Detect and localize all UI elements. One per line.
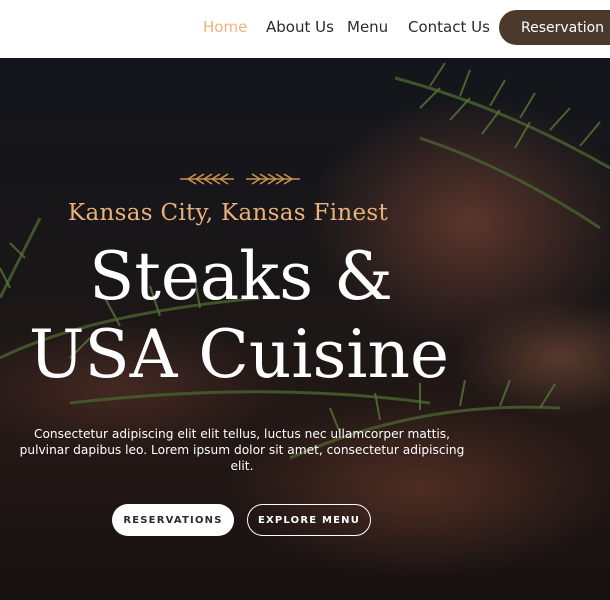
nav-item-home[interactable]: Home	[203, 18, 247, 36]
hero-section: Kansas City, Kansas Finest Steaks & USA …	[0, 58, 610, 600]
hero-description: Consectetur adipiscing elit elit tellus,…	[19, 427, 465, 473]
reservation-button[interactable]: Reservation	[499, 10, 610, 45]
nav-item-contact-us[interactable]: Contact Us	[408, 18, 490, 36]
nav-item-menu[interactable]: Menu	[347, 18, 388, 36]
site-header: Home About Us Menu Contact Us Reservatio…	[0, 0, 610, 58]
hero-headline-line1: Steaks &	[89, 238, 393, 315]
hero-headline-line2: USA Cuisine	[28, 316, 450, 393]
explore-menu-button[interactable]: EXPLORE MENU	[247, 504, 371, 536]
wheat-ornament-icon	[180, 173, 300, 185]
reservations-button[interactable]: RESERVATIONS	[112, 504, 234, 536]
nav-item-about-us[interactable]: About Us	[266, 18, 334, 36]
hero-tagline: Kansas City, Kansas Finest	[68, 200, 389, 226]
